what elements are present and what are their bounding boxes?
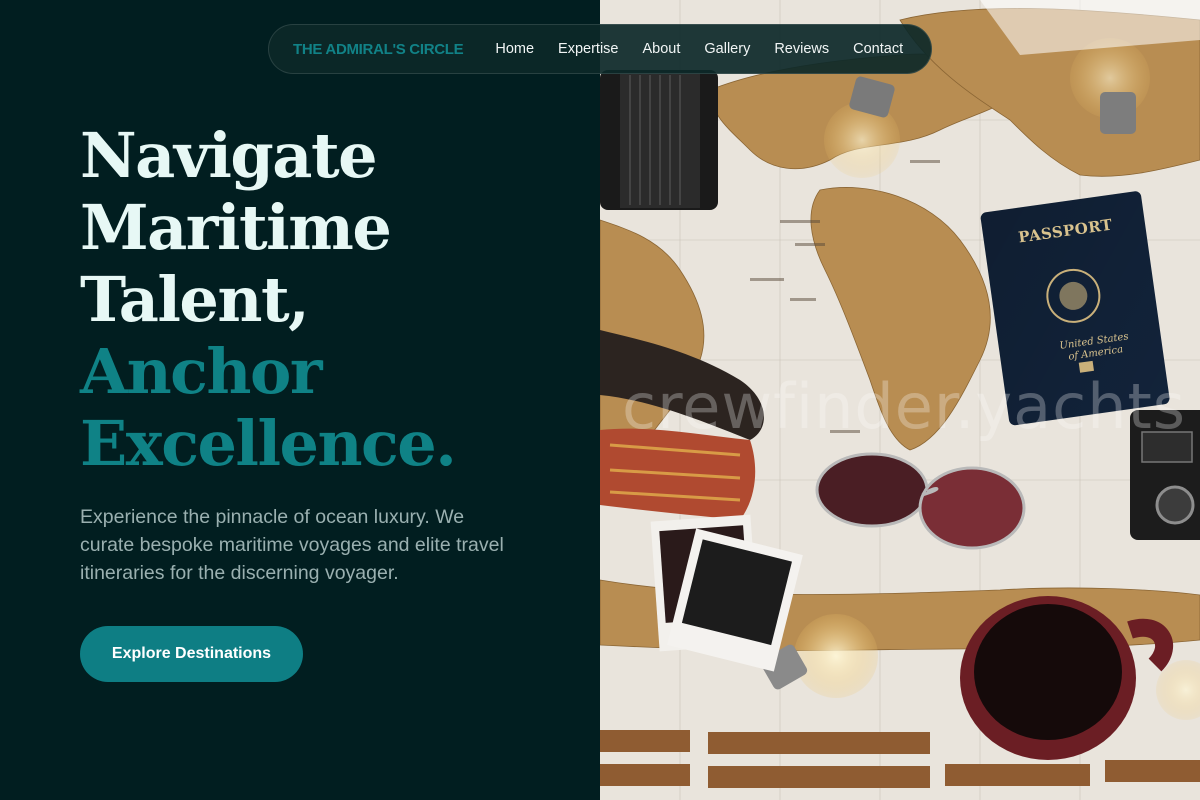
hero-title: Navigate Maritime Talent, Anchor Excelle…	[80, 120, 580, 480]
hero-left-panel: Navigate Maritime Talent, Anchor Excelle…	[0, 0, 600, 800]
main-navigation: THE ADMIRAL'S CIRCLE Home Expertise Abou…	[268, 24, 932, 74]
nav-link-home[interactable]: Home	[495, 41, 534, 57]
nav-link-contact[interactable]: Contact	[853, 41, 903, 57]
hero-title-line: Talent,	[80, 263, 310, 336]
brand-logo[interactable]: THE ADMIRAL'S CIRCLE	[293, 41, 464, 58]
nav-link-gallery[interactable]: Gallery	[704, 41, 750, 57]
hero-title-accent-line: Anchor	[80, 335, 323, 408]
explore-destinations-button[interactable]: Explore Destinations	[80, 626, 303, 682]
hero-title-accent-line: Excellence.	[80, 407, 457, 480]
hero-title-line: Maritime	[80, 191, 392, 264]
watermark: crewfinder.yachts	[622, 370, 1187, 443]
hero-photo: PASSPORT United States of America crewfi…	[600, 0, 1200, 800]
nav-link-reviews[interactable]: Reviews	[774, 41, 829, 57]
nav-links: Home Expertise About Gallery Reviews Con…	[495, 41, 903, 57]
hero-title-line: Navigate	[80, 119, 378, 192]
hero-description: Experience the pinnacle of ocean luxury.…	[80, 506, 504, 584]
nav-link-expertise[interactable]: Expertise	[558, 41, 618, 57]
nav-link-about[interactable]: About	[642, 41, 680, 57]
